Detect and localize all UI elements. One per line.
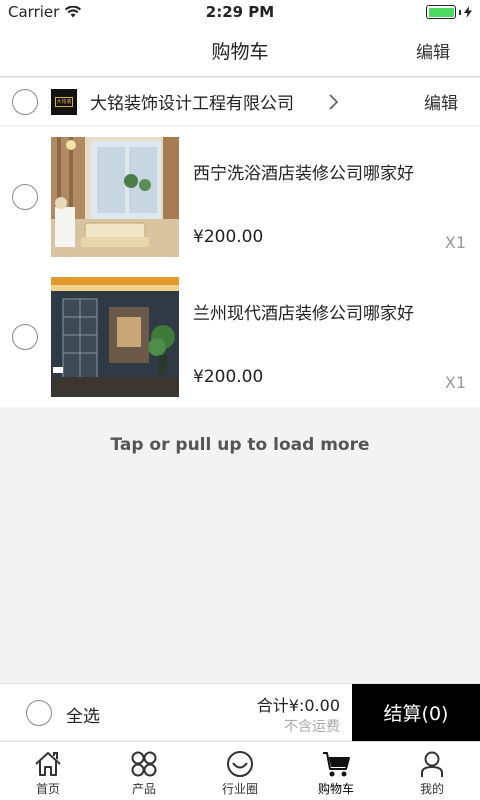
tab-profile[interactable]: 我的	[384, 742, 480, 800]
store-logo: 大铭装饰	[51, 88, 77, 115]
tab-label: 行业圈	[221, 782, 258, 796]
nav-edit-button[interactable]: 编辑	[416, 38, 450, 63]
tab-industry[interactable]: 行业圈	[192, 742, 288, 800]
nav-bar: 购物车 编辑	[0, 24, 480, 77]
tab-home[interactable]: 首页	[0, 742, 96, 800]
carrier-label: Carrier	[8, 3, 60, 21]
tab-label: 首页	[35, 782, 60, 796]
products-icon	[131, 751, 157, 777]
item-select-checkbox[interactable]	[12, 324, 38, 350]
store-logo-text: 大铭装饰	[55, 96, 73, 107]
cart-icon	[323, 752, 350, 777]
item-title[interactable]: 兰州现代酒店装修公司哪家好	[193, 299, 414, 324]
store-name[interactable]: 大铭装饰设计工程有限公司	[90, 89, 294, 114]
cart-item[interactable]: 西宁洗浴酒店装修公司哪家好 ¥200.00 X1	[0, 127, 480, 267]
item-price: ¥200.00	[193, 227, 264, 247]
user-icon	[421, 751, 443, 777]
item-quantity: X1	[444, 233, 466, 252]
store-edit-button[interactable]: 编辑	[424, 89, 458, 114]
item-quantity: X1	[444, 373, 466, 392]
home-icon	[35, 752, 61, 776]
charging-bolt-icon	[464, 6, 472, 18]
tab-label: 我的	[419, 782, 444, 796]
product-image[interactable]	[51, 277, 179, 397]
status-left: Carrier	[8, 3, 82, 21]
tab-products[interactable]: 产品	[96, 742, 192, 800]
page-title: 购物车	[211, 40, 269, 63]
shipping-note: 不含运费	[284, 719, 340, 735]
tab-label: 产品	[131, 782, 156, 796]
chevron-right-icon[interactable]	[327, 92, 341, 112]
store-select-checkbox[interactable]	[12, 88, 38, 115]
cart-item[interactable]: 兰州现代酒店装修公司哪家好 ¥200.00 X1	[0, 267, 480, 407]
tab-bar: 首页 产品 行业圈 购物车 我的	[0, 741, 480, 800]
total-price: 合计¥:0.00	[256, 696, 340, 715]
cart-list: 西宁洗浴酒店装修公司哪家好 ¥200.00 X1 兰州现代酒店装修公司哪家好 ¥…	[0, 127, 480, 407]
load-more-text[interactable]: Tap or pull up to load more	[0, 435, 480, 455]
product-image[interactable]	[51, 137, 179, 257]
select-all-checkbox[interactable]	[26, 700, 52, 726]
select-all-label[interactable]: 全选	[66, 702, 100, 727]
item-title[interactable]: 西宁洗浴酒店装修公司哪家好	[193, 159, 414, 184]
smile-icon	[227, 751, 253, 777]
checkout-bar: 全选 合计¥:0.00 不含运费 结算(0)	[0, 683, 480, 741]
battery-icon	[426, 5, 472, 19]
tab-cart[interactable]: 购物车	[288, 742, 384, 800]
item-select-checkbox[interactable]	[12, 184, 38, 210]
checkout-button[interactable]: 结算(0)	[352, 684, 480, 741]
status-bar: Carrier 2:29 PM	[0, 0, 480, 24]
item-price: ¥200.00	[193, 367, 264, 387]
tab-label: 购物车	[317, 782, 354, 796]
store-header: 大铭装饰 大铭装饰设计工程有限公司 编辑	[0, 78, 480, 126]
wifi-icon	[65, 6, 82, 18]
